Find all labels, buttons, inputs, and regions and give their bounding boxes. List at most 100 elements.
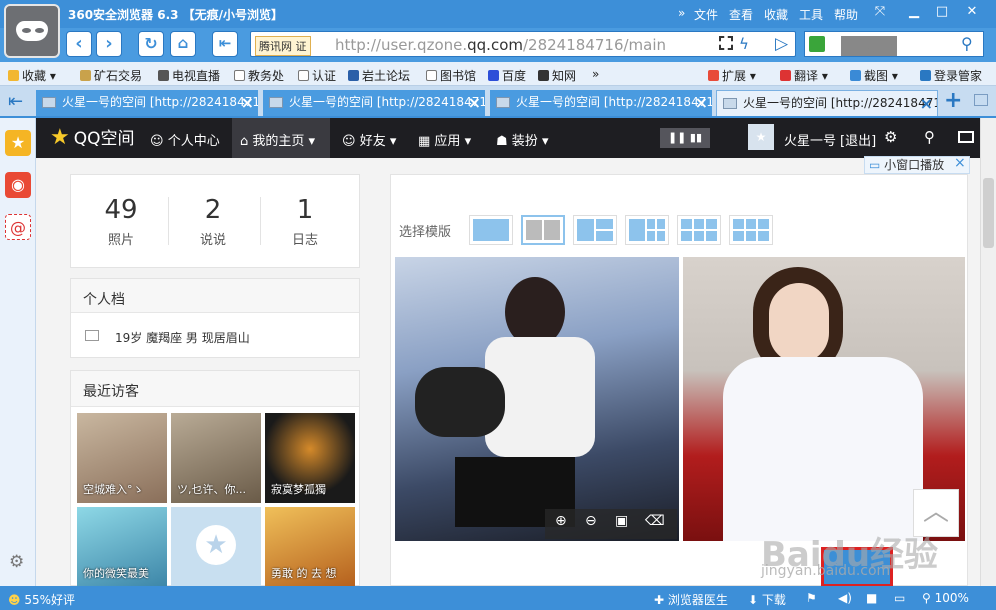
search-icon[interactable]: ⚲ <box>924 128 935 146</box>
address-bar[interactable]: 腾讯网 证 http://user.qzone.qq.com/282418471… <box>250 31 796 57</box>
image-icon[interactable]: ▣ <box>615 513 628 529</box>
weibo-icon[interactable]: ◉ <box>5 172 31 198</box>
delete-icon[interactable]: ⌫ <box>645 513 665 529</box>
qzone-logo[interactable]: ★ QQ空间 <box>50 124 135 150</box>
tab-4-active[interactable]: 火星一号的空间 [http://2824184716 × <box>716 90 938 116</box>
qrcode-icon[interactable] <box>719 36 733 50</box>
visitor-avatar[interactable]: 寂寞梦孤獨 <box>265 413 355 503</box>
search-icon[interactable]: ⚲ <box>961 34 973 53</box>
refresh-button[interactable]: ↻ <box>138 31 164 57</box>
download-button[interactable]: ⬇ 下载 <box>748 591 786 608</box>
tab-close-icon[interactable]: × <box>695 90 708 115</box>
search-engine-icon[interactable] <box>809 36 825 52</box>
browser-logo[interactable] <box>4 4 60 58</box>
nav-my-home[interactable]: ⌂ 我的主页 ▾ <box>240 130 315 149</box>
zoom-in-icon[interactable]: ⊕ <box>555 513 567 529</box>
template-six[interactable] <box>729 215 773 245</box>
go-icon[interactable]: ▷ <box>775 34 788 54</box>
menu-arrows-icon[interactable]: » <box>678 6 685 20</box>
rating-label: 55%好评 <box>24 593 76 607</box>
bookmark-more-icon[interactable]: » <box>592 67 599 81</box>
stat-moods[interactable]: 2 说说 <box>167 195 259 248</box>
url-text[interactable]: http://user.qzone.qq.com/2824184716/main <box>335 36 666 54</box>
nav-friends[interactable]: ☺ 好友 ▾ <box>342 130 396 149</box>
template-three[interactable] <box>573 215 617 245</box>
message-envelope-icon[interactable] <box>958 131 974 143</box>
mini-window-close-icon[interactable]: × <box>954 155 966 171</box>
logout-link[interactable]: [退出] <box>840 130 876 149</box>
menu-favorites[interactable]: 收藏 <box>764 6 788 23</box>
photo-slot-left[interactable]: ⊕ ⊖ ▣ ⌫ <box>395 257 679 541</box>
stat-photos[interactable]: 49 照片 <box>75 195 167 248</box>
new-tab-button[interactable]: + <box>944 88 962 113</box>
login-manager-button[interactable]: 登录管家 <box>920 67 982 84</box>
music-player-toggle[interactable]: ❚❚ ▮▮ <box>660 128 710 148</box>
screenshot-button[interactable]: 截图 ▾ <box>850 67 898 84</box>
bookmark-item[interactable]: 图书馆 <box>426 67 476 84</box>
sidebar-toggle-icon[interactable]: ⇤ <box>8 91 23 112</box>
username[interactable]: 火星一号 <box>784 130 836 149</box>
translate-button[interactable]: 翻译 ▾ <box>780 67 828 84</box>
zoom-control[interactable]: ⚲ 100% <box>922 591 969 605</box>
tab-close-icon[interactable]: × <box>468 90 481 115</box>
tab-2[interactable]: 火星一号的空间 [http://2824184716 × <box>263 90 485 116</box>
nav-apps[interactable]: ▦ 应用 ▾ <box>418 130 471 149</box>
tab-1[interactable]: 火星一号的空间 [http://2824184716 × <box>36 90 258 116</box>
bookmark-item[interactable]: 认证 <box>298 67 336 84</box>
search-input[interactable]: 点此搜索 <box>841 36 897 56</box>
search-box[interactable]: 点此搜索 ⚲ <box>804 31 984 57</box>
flag-icon[interactable]: ⚑ <box>806 591 817 605</box>
visitor-avatar[interactable]: 勇敢 的 去 想 <box>265 507 355 587</box>
nav-decorate[interactable]: ☗ 装扮 ▾ <box>496 130 548 149</box>
menu-view[interactable]: 查看 <box>729 6 753 23</box>
bookmark-item[interactable]: 岩土论坛 <box>348 67 410 84</box>
stat-blogs[interactable]: 1 日志 <box>259 195 351 248</box>
zoom-out-icon[interactable]: ⊖ <box>585 513 597 529</box>
restore-tab-button[interactable]: ⇤ <box>212 31 238 57</box>
speed-mode-icon[interactable]: ϟ <box>739 35 749 53</box>
template-four[interactable] <box>625 215 669 245</box>
menu-tools[interactable]: 工具 <box>799 6 823 23</box>
tab-list-icon[interactable] <box>974 94 988 106</box>
template-five[interactable] <box>677 215 721 245</box>
bookmark-item[interactable]: 知网 <box>538 67 576 84</box>
forward-button[interactable]: › <box>96 31 122 57</box>
maximize-button[interactable]: □ <box>930 4 954 24</box>
site-verified-badge[interactable]: 腾讯网 证 <box>255 36 311 56</box>
bookmark-favorites[interactable]: 收藏 ▾ <box>8 67 56 84</box>
settings-icon[interactable]: ⚙ <box>884 128 897 146</box>
visitor-avatar[interactable]: 你的微笑最美 <box>77 507 167 587</box>
avatar[interactable]: ★ <box>748 124 774 150</box>
bookmark-item[interactable]: 电视直播 <box>158 67 220 84</box>
nav-personal-center[interactable]: ☺ 个人中心 <box>150 130 220 149</box>
template-two-column[interactable] <box>521 215 565 245</box>
scrollbar-thumb[interactable] <box>983 178 994 248</box>
minimize-button[interactable]: ▁ <box>902 4 926 24</box>
fullscreen-icon[interactable]: ■ <box>866 591 877 605</box>
visitor-avatar[interactable]: ツ,乜许、你... <box>171 413 261 503</box>
mail-icon[interactable]: @ <box>5 214 31 240</box>
visitor-avatar-default[interactable]: ★ <box>171 507 261 587</box>
menu-help[interactable]: 帮助 <box>834 6 858 23</box>
close-button[interactable]: ✕ <box>960 4 984 24</box>
back-button[interactable]: ‹ <box>66 31 92 57</box>
skin-icon[interactable]: ⤧ <box>868 4 892 24</box>
rating-status[interactable]: ☻ 55%好评 <box>8 591 75 608</box>
template-single[interactable] <box>469 215 513 245</box>
settings-gear-icon[interactable]: ⚙ <box>9 552 24 572</box>
visitor-avatar[interactable]: 空城难入°ゝ <box>77 413 167 503</box>
favorites-star-icon[interactable]: ★ <box>5 130 31 156</box>
bookmark-item[interactable]: 矿石交易 <box>80 67 142 84</box>
bookmark-item[interactable]: 教务处 <box>234 67 284 84</box>
tab-close-icon[interactable]: × <box>920 91 933 116</box>
sound-icon[interactable]: ◀) <box>838 591 852 605</box>
extensions-button[interactable]: 扩展 ▾ <box>708 67 756 84</box>
window-icon[interactable]: ▭ <box>894 591 905 605</box>
browser-doctor[interactable]: ✚ 浏览器医生 <box>654 591 728 608</box>
scrollbar[interactable] <box>980 118 996 586</box>
home-button[interactable]: ⌂ <box>170 31 196 57</box>
bookmark-item[interactable]: 百度 <box>488 67 526 84</box>
menu-file[interactable]: 文件 <box>694 6 718 23</box>
tab-3[interactable]: 火星一号的空间 [http://2824184716 × <box>490 90 712 116</box>
tab-close-icon[interactable]: × <box>241 90 254 115</box>
